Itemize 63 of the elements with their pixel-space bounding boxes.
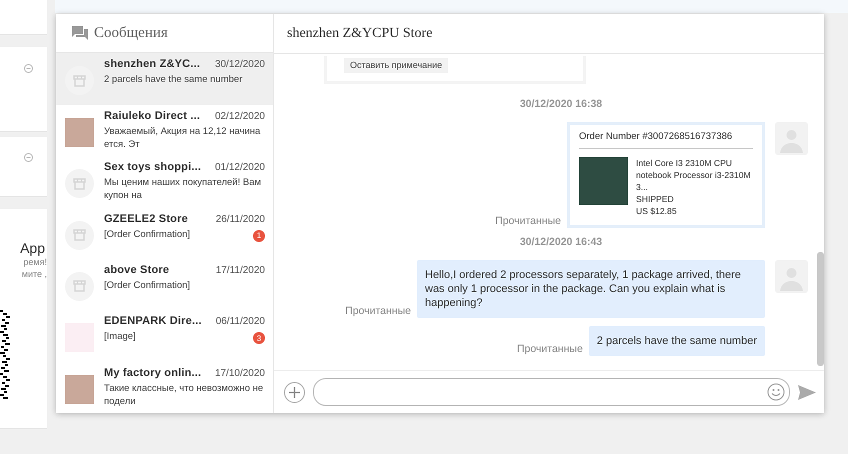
timestamp: 30/12/2020 16:38: [520, 98, 602, 110]
store-icon: [73, 280, 86, 292]
timestamp: 30/12/2020 16:43: [520, 236, 602, 248]
add-button[interactable]: [284, 382, 305, 402]
conversation-preview: 2 parcels have the same number: [104, 73, 242, 86]
conversation-preview: [Order Confirmation]: [104, 228, 190, 241]
qr-code-icon: [0, 310, 10, 400]
store-icon: [73, 229, 86, 242]
emoji-icon[interactable]: [767, 383, 785, 401]
collapse-icon[interactable]: [24, 64, 33, 73]
order-card[interactable]: Order Number #3007268516737386 Intel Core I3 2310M CPU notebook Processor i3-2310M 3... SHIPPED US $12.85: [567, 122, 765, 228]
message-input[interactable]: [313, 378, 790, 406]
conversation-preview: Мы ценим наших покупателей! Вам купон на: [104, 176, 262, 202]
conversation-name: EDENPARK Dire...: [104, 315, 202, 328]
user-avatar-icon: [775, 260, 808, 293]
collapse-icon[interactable]: [24, 153, 33, 162]
conversation-date: 17/11/2020: [216, 264, 265, 276]
photo-placeholder: [65, 118, 94, 147]
conversation-date: 26/11/2020: [216, 214, 265, 225]
photo-placeholder: [579, 157, 628, 205]
conversation-preview: Уважаемый, Акция на 12,12 начинается. Эт: [104, 124, 262, 151]
conversation-name: My factory onlin...: [104, 366, 202, 379]
plus-icon: [289, 386, 300, 398]
add-note-button[interactable]: Оставить примечание: [344, 58, 448, 73]
unread-badge: 3: [253, 332, 265, 344]
conversation-item[interactable]: shenzhen Z&YC... 30/12/2020 2 parcels have the same number: [56, 53, 273, 105]
app-text: ремя!: [23, 256, 47, 268]
chat-title: shenzhen Z&YCPU Store: [287, 26, 432, 42]
photo-placeholder: [65, 374, 94, 404]
conversation-name: Sex toys shoppi...: [104, 161, 202, 174]
conversation-name: above Store: [104, 264, 170, 276]
conversation-date: 02/12/2020: [214, 110, 265, 122]
app-title: App: [20, 240, 45, 256]
order-status: SHIPPED: [636, 193, 675, 205]
conversation-preview: [Order Confirmation]: [104, 278, 190, 292]
chat-bubbles-icon: [72, 26, 88, 40]
conversation-name: Raiuleko Direct ...: [104, 110, 200, 122]
scrollbar-thumb[interactable]: [817, 252, 824, 366]
conversation-date: 30/12/2020: [214, 59, 265, 70]
conversation-preview: Такие классные, что невозможно не подели: [104, 382, 264, 408]
user-avatar-icon: [775, 122, 808, 155]
conversation-name: shenzhen Z&YC...: [104, 58, 200, 70]
conversation-name: GZEELE2 Store: [104, 212, 188, 225]
message-bubble: Hello,I ordered 2 processors separately, 1 package arrived, there was only 1 processor in the package. Can you explain what is happening?: [417, 260, 765, 318]
conversation-date: 01/12/2020: [214, 162, 265, 174]
app-text: мите ,: [22, 268, 47, 280]
message-bubble: 2 parcels have the same number: [588, 326, 765, 356]
conversation-date: 06/11/2020: [216, 316, 265, 328]
card-background: [0, 0, 47, 35]
store-icon: [73, 178, 86, 190]
send-icon[interactable]: [798, 384, 816, 400]
sidebar-title: Сообщения: [94, 24, 168, 42]
order-price: US $12.85: [636, 205, 678, 217]
conversation-date: 17/10/2020: [214, 368, 265, 379]
product-title: Intel Core I3 2310M CPU notebook Processor i3-2310M 3...: [636, 157, 752, 193]
store-icon: [73, 74, 86, 87]
order-number: Order Number #3007268516737386: [579, 131, 753, 149]
conversation-item[interactable]: My factory onlin... 17/10/2020 Такие классные, что невозможно не подели: [56, 362, 273, 413]
conversation-preview: [Image]: [104, 330, 136, 344]
unread-badge: 1: [253, 230, 265, 242]
read-status: Прочитанные: [516, 343, 583, 355]
read-status: Прочитанные: [345, 305, 411, 317]
read-status: Прочитанные: [495, 215, 561, 227]
